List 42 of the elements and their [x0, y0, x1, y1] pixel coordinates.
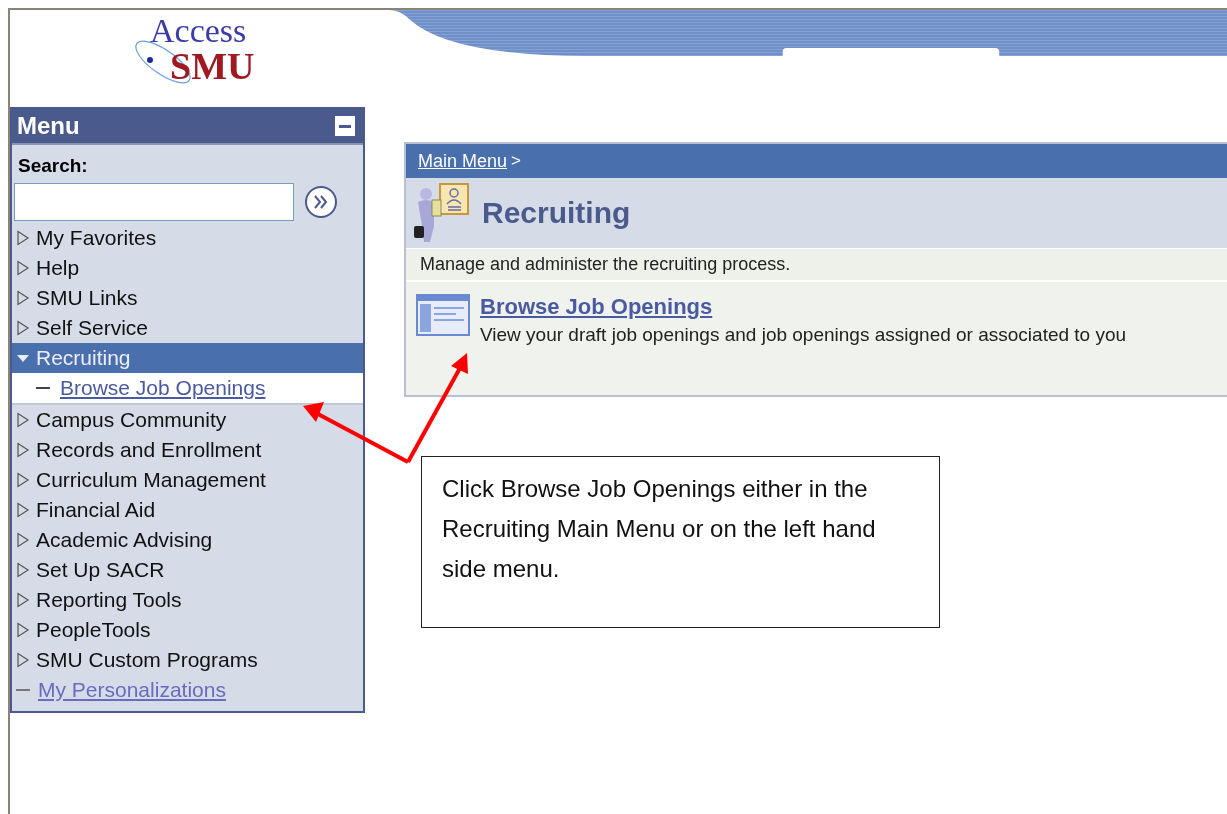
menu-item[interactable]: SMU Custom Programs	[12, 645, 363, 675]
collapsed-arrow-icon	[15, 230, 31, 246]
menu-item[interactable]: Records and Enrollment	[12, 435, 363, 465]
menu-item[interactable]: Help	[12, 253, 363, 283]
collapsed-arrow-icon	[15, 622, 31, 638]
search-go-icon[interactable]	[304, 185, 338, 219]
expanded-arrow-icon	[15, 352, 31, 364]
recruiter-icon	[412, 182, 472, 244]
menu-item[interactable]: Reporting Tools	[12, 585, 363, 615]
menu-item[interactable]: Campus Community	[12, 405, 363, 435]
collapsed-arrow-icon	[15, 412, 31, 428]
menu-item[interactable]: Curriculum Management	[12, 465, 363, 495]
menu-item[interactable]: Set Up SACR	[12, 555, 363, 585]
menu-item[interactable]: Academic Advising	[12, 525, 363, 555]
breadcrumb-link[interactable]: Main Menu	[418, 150, 508, 172]
collapsed-arrow-icon	[15, 592, 31, 608]
search-label: Search:	[17, 155, 89, 177]
collapsed-arrow-icon	[15, 472, 31, 488]
menu-item[interactable]: Recruiting	[12, 343, 363, 373]
window-icon	[416, 294, 470, 336]
collapsed-arrow-icon	[15, 652, 31, 668]
callout-text: Click Browse Job Openings either in the Recruiting Main Menu or on the left hand side menu.	[442, 474, 877, 584]
menu-item[interactable]: SMU Links	[12, 283, 363, 313]
collapsed-arrow-icon	[15, 442, 31, 458]
menu-item[interactable]: PeopleTools	[12, 615, 363, 645]
menu-item[interactable]: My Favorites	[12, 223, 363, 253]
collapsed-arrow-icon	[15, 260, 31, 276]
collapsed-arrow-icon	[15, 290, 31, 306]
menu-title: Menu	[17, 112, 80, 140]
collapsed-arrow-icon	[15, 320, 31, 336]
browse-link[interactable]: Browse Job Openings	[480, 294, 1127, 320]
page-title: Recruiting	[482, 196, 631, 230]
breadcrumb-separator: >	[511, 151, 521, 171]
menu-item[interactable]: Financial Aid	[12, 495, 363, 525]
page-description: Manage and administer the recruiting process.	[406, 249, 1227, 282]
collapse-button[interactable]	[335, 116, 355, 136]
search-field[interactable]	[14, 183, 294, 221]
collapsed-arrow-icon	[15, 562, 31, 578]
menu-item[interactable]: Self Service	[12, 313, 363, 343]
collapsed-arrow-icon	[15, 532, 31, 548]
collapsed-arrow-icon	[15, 502, 31, 518]
link-description: View your draft job openings and job openings assigned or associated to you	[480, 324, 1127, 346]
